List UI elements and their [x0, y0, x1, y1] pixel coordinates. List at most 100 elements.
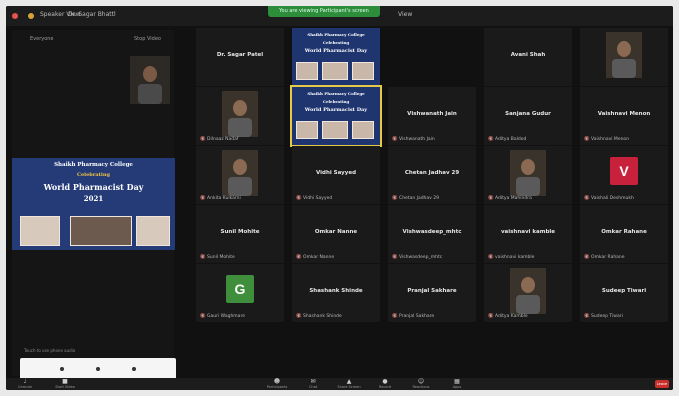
participant-tile[interactable]: G 🔇 Gauri Waghmare — [196, 264, 284, 322]
participant-tile[interactable]: 🔇 Ankita Kulkarni — [196, 146, 284, 204]
participant-tile[interactable]: Vishwasdeep_mhtc 🔇 Vishwasdeep_mhtc — [388, 205, 476, 263]
participant-video — [222, 91, 258, 137]
toolbar-label: Chat — [308, 385, 318, 389]
unmute-button[interactable]: ♩ Unmute — [10, 378, 40, 390]
participant-tile[interactable]: V 🔇 Vaishali Deshmukh — [580, 146, 668, 204]
person-video-icon — [612, 41, 636, 78]
record-button[interactable]: ● Record — [370, 378, 400, 390]
muted-mic-icon: 🔇 — [200, 196, 208, 201]
screen-share-banner-text: You are viewing Participant's screen — [279, 8, 369, 14]
reactions-button[interactable]: ☺ Reactions — [406, 378, 436, 390]
participant-tile[interactable]: vaishnavi kamble 🔇 vaishnavi kamble — [484, 205, 572, 263]
toolbar-label: Apps — [452, 385, 462, 389]
participant-tile[interactable] — [580, 28, 668, 86]
minimize-window-icon[interactable] — [28, 13, 34, 19]
participant-tile[interactable]: 🔇 Dilnaaz Nadaf — [196, 87, 284, 145]
phone-home-icon[interactable] — [60, 367, 64, 371]
share-screen-icon: ▲ — [346, 378, 352, 385]
participant-label-text: Sudeep Tiwari — [591, 314, 623, 319]
view-toggle[interactable]: View — [398, 11, 412, 18]
participant-name: Vidhi Sayyed — [315, 170, 357, 176]
phone-controls-bar[interactable] — [20, 358, 176, 380]
participants-button[interactable]: ☻ Participants — [262, 378, 292, 390]
shared-screen-preview[interactable]: Shaikh Pharmacy College Celebrating Worl… — [12, 158, 175, 250]
share-year: 2021 — [83, 194, 104, 203]
muted-mic-icon: 🔇 — [296, 314, 304, 319]
participant-label: 🔇 Omkar Rahane — [584, 255, 625, 260]
participant-name: Chetan Jadhav 29 — [404, 170, 460, 176]
participant-label-text: Omkar Rahane — [591, 255, 625, 260]
participant-label: 🔇 vaishnavi kamble — [488, 255, 534, 260]
chat-button[interactable]: ✉ Chat — [298, 378, 328, 390]
participant-name: Dr. Sagar Patel — [216, 52, 264, 58]
participant-name: Vaishnavi Menon — [597, 111, 651, 117]
participant-tile[interactable]: Vishwanath Jain 🔇 Vishwanath Jain — [388, 87, 476, 145]
participant-label-text: Chetan Jadhav 29 — [399, 196, 439, 201]
muted-mic-icon: 🔇 — [488, 255, 496, 260]
phone-back-icon[interactable] — [132, 367, 136, 371]
participant-tile[interactable]: Avani Shah — [484, 28, 572, 86]
participant-tile[interactable]: Sudeep Tiwari 🔇 Sudeep Tiwari — [580, 264, 668, 322]
screen-share-thumbnail-photo — [296, 121, 318, 139]
participant-label-text: Vishwanath Jain — [399, 137, 435, 142]
screen-share-thumbnail-photo — [322, 62, 348, 80]
apps-button[interactable]: ▦ Apps — [442, 378, 472, 390]
participant-video — [510, 150, 546, 196]
participant-tile[interactable]: Vaishnavi Menon 🔇 Vaishnavi Menon — [580, 87, 668, 145]
video-icon: ■ — [62, 378, 68, 385]
share-photo-speaker — [70, 216, 132, 246]
participant-label-text: Aditya Kamble — [495, 314, 528, 319]
screen-share-banner[interactable]: You are viewing Participant's screen — [268, 6, 380, 17]
participant-tile[interactable]: Omkar Nanne 🔇 Omkar Nanne — [292, 205, 380, 263]
participant-label: 🔇 Vidhi Sayyed — [296, 196, 332, 201]
phone-circle-icon[interactable] — [96, 367, 100, 371]
muted-mic-icon: 🔇 — [584, 314, 592, 319]
participant-name: Omkar Nanne — [314, 229, 358, 235]
participant-name: Sudeep Tiwari — [601, 288, 647, 294]
participant-name: Shashank Shinde — [309, 288, 363, 294]
participants-icon: ☻ — [273, 378, 281, 385]
participant-tile[interactable]: Shashank Shinde 🔇 Shashank Shinde — [292, 264, 380, 322]
participant-tile[interactable]: 🔇 Aditya Mahindra — [484, 146, 572, 204]
participant-name: Pranjal Sakhare — [407, 288, 457, 294]
participant-tile[interactable]: Chetan Jadhav 29 🔇 Chetan Jadhav 29 — [388, 146, 476, 204]
participant-tile[interactable]: Dr. Sagar Patel — [196, 28, 284, 86]
share-screen-button[interactable]: ▲ Share Screen — [334, 378, 364, 390]
reactions-icon: ☺ — [417, 378, 425, 385]
participant-tile[interactable]: Shaikh Pharmacy College Celebrating World … — [292, 28, 380, 86]
participant-label-text: Aditya Mahindra — [495, 196, 532, 201]
participant-label-text: Pranjal Sakhare — [399, 314, 435, 319]
participant-label: 🔇 Vaishali Deshmukh — [584, 196, 634, 201]
participant-label-text: Omkar Nanne — [303, 255, 335, 260]
participant-label-text: Vishwasdeep_mhtc — [399, 255, 443, 260]
leave-button[interactable]: Leave — [655, 380, 669, 388]
muted-mic-icon: 🔇 — [296, 255, 304, 260]
close-window-icon[interactable] — [12, 13, 18, 19]
share-college-name: Shaikh Pharmacy College — [54, 162, 133, 168]
toolbar-label: Share Screen — [337, 385, 361, 389]
participant-label-text: Vaishali Deshmukh — [591, 196, 634, 201]
muted-mic-icon: 🔇 — [200, 137, 208, 142]
start-video-button[interactable]: ■ Start Video — [50, 378, 80, 390]
participant-avatar: V — [610, 157, 638, 185]
participant-tile[interactable]: Omkar Rahane 🔇 Omkar Rahane — [580, 205, 668, 263]
participant-tile[interactable]: Shaikh Pharmacy College Celebrating World … — [290, 85, 382, 147]
participant-name: Vishwanath Jain — [407, 111, 457, 117]
participant-tile[interactable]: Vidhi Sayyed 🔇 Vidhi Sayyed — [292, 146, 380, 204]
meeting-host-name: Dr. Sagar Bhattl — [68, 11, 116, 18]
participant-tile[interactable]: 🔇 Aditya Kamble — [484, 264, 572, 322]
participant-tile[interactable]: Sunil Mohite 🔇 Sunil Mohite — [196, 205, 284, 263]
share-heading: World Pharmacist Day — [43, 182, 144, 192]
participant-label: 🔇 Sudeep Tiwari — [584, 314, 623, 319]
person-video-icon — [516, 159, 540, 196]
participant-name: Vishwasdeep_mhtc — [402, 229, 462, 235]
participant-tile[interactable]: Sanjana Gudur 🔇 Aditya Baldod — [484, 87, 572, 145]
stop-video-label[interactable]: Stop Video — [134, 36, 161, 42]
participant-tile[interactable]: Pranjal Sakhare 🔇 Pranjal Sakhare — [388, 264, 476, 322]
muted-mic-icon: 🔇 — [392, 314, 400, 319]
self-video-thumbnail[interactable] — [130, 56, 170, 104]
toolbar-label: Record — [378, 385, 392, 389]
apps-icon: ▦ — [454, 378, 460, 385]
participant-name: Omkar Rahane — [601, 229, 647, 235]
muted-mic-icon: 🔇 — [200, 314, 208, 319]
